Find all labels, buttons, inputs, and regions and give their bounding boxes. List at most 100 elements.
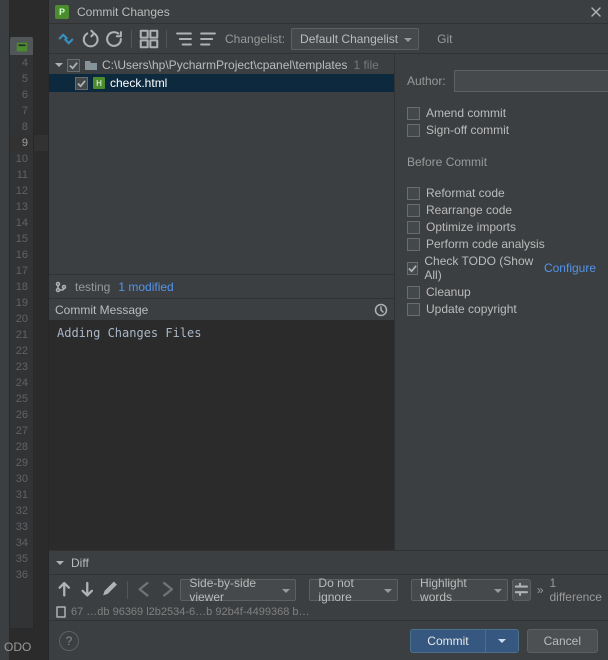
line-number: 12: [10, 183, 33, 199]
refresh-icon[interactable]: [55, 28, 77, 50]
root-checkbox[interactable]: [67, 59, 80, 72]
line-number: 23: [10, 359, 33, 375]
editor-gutter: 4567891011121314151617181920212223242526…: [10, 55, 34, 628]
diff-header[interactable]: Diff: [49, 550, 608, 574]
titlebar: P Commit Changes: [49, 0, 608, 24]
line-number: 17: [10, 263, 33, 279]
highlight-select[interactable]: Highlight words: [411, 579, 508, 601]
before-commit-title: Before Commit: [407, 155, 596, 169]
tree-file-row[interactable]: H check.html: [49, 74, 394, 92]
changes-tree[interactable]: C:\Users\hp\PycharmProject\cpanel\templa…: [49, 54, 394, 274]
line-number: 8: [10, 119, 33, 135]
author-label: Author:: [407, 74, 446, 88]
tree-root-suffix: 1 file: [353, 58, 378, 72]
diff-toolbar: Side-by-side viewer Do not ignore Highli…: [49, 574, 608, 604]
folder-icon: [84, 58, 98, 72]
edit-icon[interactable]: [100, 579, 119, 601]
line-number: 30: [10, 471, 33, 487]
optimize-checkbox[interactable]: [407, 221, 420, 234]
history-icon[interactable]: [374, 303, 388, 317]
branch-bar: testing 1 modified: [49, 274, 394, 298]
changelist-label: Changelist:: [225, 32, 285, 46]
todo-panel-label[interactable]: ODO: [0, 638, 35, 656]
commit-message-input[interactable]: [49, 320, 394, 550]
line-number: 15: [10, 231, 33, 247]
line-number: 31: [10, 487, 33, 503]
prev-diff-icon[interactable]: [55, 579, 74, 601]
app-icon: P: [55, 5, 69, 19]
collapse-unchanged-icon[interactable]: [512, 579, 531, 601]
line-number: 36: [10, 567, 33, 583]
line-number: 18: [10, 279, 33, 295]
chevron-down-icon: [55, 558, 65, 568]
group-icon[interactable]: [138, 28, 160, 50]
analysis-checkbox[interactable]: [407, 238, 420, 251]
line-number: 14: [10, 215, 33, 231]
line-number: 13: [10, 199, 33, 215]
tree-root-row[interactable]: C:\Users\hp\PycharmProject\cpanel\templa…: [49, 56, 394, 74]
line-number: 19: [10, 295, 33, 311]
refresh2-icon[interactable]: [103, 28, 125, 50]
changelist-select[interactable]: Default Changelist: [291, 28, 419, 50]
line-number: 4: [10, 55, 33, 71]
branch-name: testing: [75, 280, 110, 294]
html-file-icon: H: [92, 76, 106, 90]
line-number: 11: [10, 167, 33, 183]
collapse-icon[interactable]: [197, 28, 219, 50]
line-number: 28: [10, 439, 33, 455]
next-file-icon[interactable]: [158, 579, 177, 601]
prev-file-icon[interactable]: [135, 579, 154, 601]
help-button[interactable]: ?: [59, 631, 79, 651]
amend-checkbox[interactable]: [407, 107, 420, 120]
signoff-label: Sign-off commit: [426, 123, 509, 137]
line-number: 9: [10, 135, 33, 151]
copyright-checkbox[interactable]: [407, 303, 420, 316]
line-number: 25: [10, 391, 33, 407]
ignore-select[interactable]: Do not ignore: [309, 579, 398, 601]
expand-icon[interactable]: [173, 28, 195, 50]
line-number: 22: [10, 343, 33, 359]
file-icon: [55, 606, 67, 618]
line-number: 10: [10, 151, 33, 167]
todo-checkbox[interactable]: [407, 262, 418, 275]
close-button[interactable]: [590, 6, 602, 18]
commit-message-header: Commit Message: [49, 298, 394, 320]
commit-split-button: Commit: [410, 629, 518, 653]
line-number: 24: [10, 375, 33, 391]
next-diff-icon[interactable]: [78, 579, 97, 601]
signoff-checkbox[interactable]: [407, 124, 420, 137]
options-panel: Author: Amend commit Sign-off commit Bef…: [395, 54, 608, 550]
cancel-button[interactable]: Cancel: [527, 629, 598, 653]
line-number: 7: [10, 103, 33, 119]
line-number: 6: [10, 87, 33, 103]
dialog-footer: ? Commit Cancel: [49, 620, 608, 660]
branch-icon: [55, 281, 67, 293]
modified-link[interactable]: 1 modified: [118, 280, 173, 294]
diff-count: 1 difference: [550, 576, 603, 604]
line-number: 34: [10, 535, 33, 551]
configure-link[interactable]: Configure: [544, 261, 596, 275]
commit-button[interactable]: Commit: [410, 629, 484, 653]
file-checkbox[interactable]: [75, 77, 88, 90]
commit-toolbar: Changelist: Default Changelist Git: [49, 24, 608, 54]
tree-root-label: C:\Users\hp\PycharmProject\cpanel\templa…: [102, 58, 347, 72]
diff-path: 67 …db 96369 l2b2534-6…b 92b4f-4499368 b…: [49, 604, 608, 620]
commit-dialog: P Commit Changes Changelist: Default Cha…: [48, 0, 608, 660]
line-number: 33: [10, 519, 33, 535]
rearrange-checkbox[interactable]: [407, 204, 420, 217]
line-number: 27: [10, 423, 33, 439]
project-tool-tab[interactable]: [10, 37, 33, 57]
author-input[interactable]: [454, 70, 608, 92]
chevron-down-icon[interactable]: [53, 59, 65, 71]
reformat-checkbox[interactable]: [407, 187, 420, 200]
line-number: 26: [10, 407, 33, 423]
line-number: 29: [10, 455, 33, 471]
vcs-label: Git: [437, 32, 452, 46]
cleanup-checkbox[interactable]: [407, 286, 420, 299]
revert-icon[interactable]: [79, 28, 101, 50]
viewer-select[interactable]: Side-by-side viewer: [180, 579, 296, 601]
line-number: 32: [10, 503, 33, 519]
line-number: 20: [10, 311, 33, 327]
amend-label: Amend commit: [426, 106, 506, 120]
commit-dropdown[interactable]: [485, 629, 519, 653]
